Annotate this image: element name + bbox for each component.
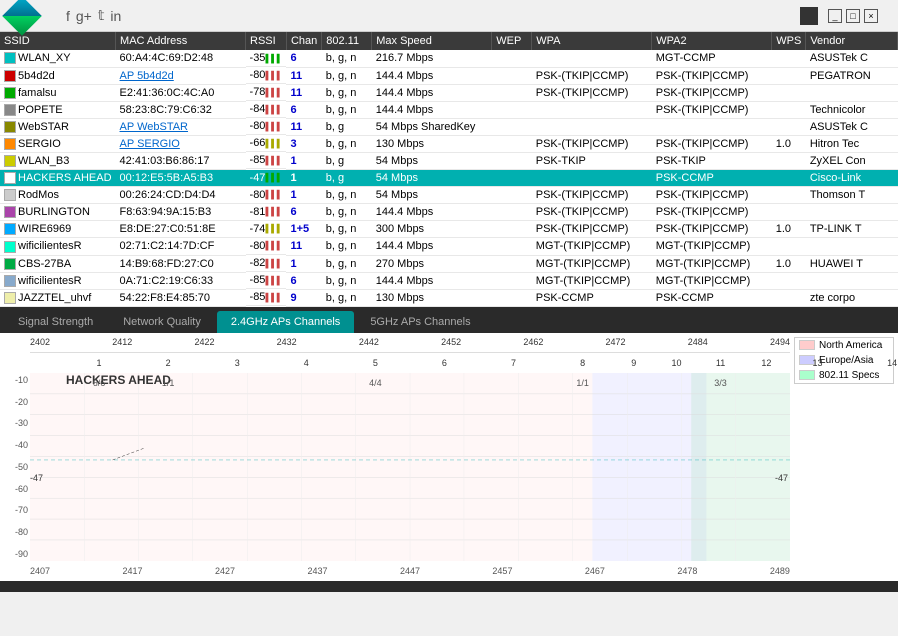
network-color-dot bbox=[4, 155, 16, 167]
col-ssid[interactable]: SSID bbox=[0, 32, 116, 50]
table-row: SERGIOAP SERGIO-66▌▌▌3b, g, n130 MbpsPSK… bbox=[0, 135, 898, 152]
channel-number-13: 13 bbox=[813, 358, 823, 368]
table-row: WebSTARAP WebSTAR-80▌▌▌11b, g54 Mbps Sha… bbox=[0, 118, 898, 135]
y-axis: -10 -20 -30 -40 -50 -60 -70 -80 -90 bbox=[0, 373, 30, 561]
table-row: JAZZTEL_uhvf54:22:F8:E4:85:70-85▌▌▌9b, g… bbox=[0, 289, 898, 306]
top-freq-labels: 2402 2412 2422 2432 2442 2452 2462 2472 … bbox=[30, 333, 790, 353]
network-color-dot bbox=[4, 138, 16, 150]
channel-number-5: 5 bbox=[373, 358, 378, 368]
channel-count-11: 3/3 bbox=[714, 378, 727, 388]
channel-count-5: 4/4 bbox=[369, 378, 382, 388]
channel-number-3: 3 bbox=[235, 358, 240, 368]
table-row: wificilientesR02:71:C2:14:7D:CF-80▌▌▌11b… bbox=[0, 238, 898, 255]
close-button[interactable]: × bbox=[864, 9, 878, 23]
table-row: CBS-27BA14:B9:68:FD:27:C0-82▌▌▌1b, g, n2… bbox=[0, 255, 898, 272]
rssi-left-label: -47 bbox=[30, 473, 43, 483]
table-row: BURLINGTONF8:63:94:9A:15:B3-81▌▌▌6b, g, … bbox=[0, 204, 898, 221]
tab-signal-strength[interactable]: Signal Strength bbox=[4, 311, 107, 333]
col-wep[interactable]: WEP bbox=[492, 32, 532, 50]
table-row: 5b4d2dAP 5b4d2d-80▌▌▌11b, g, n144.4 Mbps… bbox=[0, 67, 898, 84]
channel-counts-row: 6/6 1/1 4/4 1/1 3/3 bbox=[30, 373, 898, 393]
col-wps[interactable]: WPS bbox=[772, 32, 806, 50]
tab-bar: Signal Strength Network Quality 2.4GHz A… bbox=[0, 307, 898, 333]
channel-number-6: 6 bbox=[442, 358, 447, 368]
minimize-button[interactable]: _ bbox=[828, 9, 842, 23]
channel-chart-svg bbox=[30, 373, 790, 561]
network-color-dot bbox=[4, 172, 16, 184]
googleplus-icon[interactable]: g+ bbox=[76, 8, 92, 24]
maximize-button[interactable]: □ bbox=[846, 9, 860, 23]
channel-number-1: 1 bbox=[97, 358, 102, 368]
network-color-dot bbox=[4, 223, 16, 235]
channel-count-8: 1/1 bbox=[576, 378, 589, 388]
facebook-icon[interactable]: f bbox=[66, 8, 70, 24]
table-row: WLAN_XY60:A4:4C:69:D2:48-35▌▌▌6b, g, n21… bbox=[0, 50, 898, 67]
linkedin-icon[interactable]: in bbox=[110, 8, 121, 24]
table-row: WLAN_B342:41:03:B6:86:17-85▌▌▌1b, g54 Mb… bbox=[0, 152, 898, 169]
table-header: SSID MAC Address RSSI Chan 802.11 Max Sp… bbox=[0, 32, 898, 50]
tab-network-quality[interactable]: Network Quality bbox=[109, 311, 215, 333]
network-color-dot bbox=[4, 121, 16, 133]
network-color-dot bbox=[4, 87, 16, 99]
col-mac[interactable]: MAC Address bbox=[116, 32, 246, 50]
col-maxspeed[interactable]: Max Speed bbox=[372, 32, 492, 50]
channel-number-10: 10 bbox=[672, 358, 682, 368]
channel-number-7: 7 bbox=[511, 358, 516, 368]
network-table: SSID MAC Address RSSI Chan 802.11 Max Sp… bbox=[0, 32, 898, 307]
col-vendor[interactable]: Vendor bbox=[806, 32, 898, 50]
x-axis-bottom: 2407 2417 2427 2437 2447 2457 2467 2478 … bbox=[30, 561, 790, 581]
channel-number-2: 2 bbox=[166, 358, 171, 368]
rssi-right-label: -47 bbox=[775, 473, 788, 483]
channel-number-12: 12 bbox=[761, 358, 771, 368]
network-color-dot bbox=[4, 189, 16, 201]
network-color-dot bbox=[4, 258, 16, 270]
channel-number-11: 11 bbox=[716, 358, 725, 368]
tab-5ghz[interactable]: 5GHz APs Channels bbox=[356, 311, 484, 333]
network-color-dot bbox=[4, 104, 16, 116]
network-color-dot bbox=[4, 52, 16, 64]
bottom-panel: Signal Strength Network Quality 2.4GHz A… bbox=[0, 307, 898, 592]
tab-24ghz[interactable]: 2.4GHz APs Channels bbox=[217, 311, 354, 333]
title-bar: f g+ 𝕥 in _ □ × bbox=[0, 0, 898, 32]
network-color-dot bbox=[4, 241, 16, 253]
table-row: HACKERS AHEAD00:12:E5:5B:A5:B3-47▌▌▌1b, … bbox=[0, 170, 898, 187]
channel-number-8: 8 bbox=[580, 358, 585, 368]
network-color-dot bbox=[4, 206, 16, 218]
col-wpa2[interactable]: WPA2 bbox=[652, 32, 772, 50]
table-row: RodMos00:26:24:CD:D4:D4-80▌▌▌1b, g, n54 … bbox=[0, 187, 898, 204]
col-wpa[interactable]: WPA bbox=[532, 32, 652, 50]
channel-count-1: 6/6 bbox=[93, 378, 106, 388]
table-row: wificilientesR0A:71:C2:19:C6:33-85▌▌▌6b,… bbox=[0, 272, 898, 289]
channel-number-9: 9 bbox=[631, 358, 636, 368]
col-chan[interactable]: Chan bbox=[286, 32, 321, 50]
network-color-dot bbox=[4, 70, 16, 82]
table-row: famalsuE2:41:36:0C:4C:A0-78▌▌▌11b, g, n1… bbox=[0, 84, 898, 101]
table-row: POPETE58:23:8C:79:C6:32-84▌▌▌6b, g, n144… bbox=[0, 101, 898, 118]
record-button[interactable] bbox=[800, 7, 818, 25]
window-controls: _ □ × bbox=[800, 7, 890, 25]
table-row: WIRE6969E8:DE:27:C0:51:8E-74▌▌▌1+5b, g, … bbox=[0, 221, 898, 238]
channel-count-2: 1/1 bbox=[162, 378, 175, 388]
chart-area: North America Europe/Asia 802.11 Specs 2… bbox=[0, 333, 898, 581]
social-links: f g+ 𝕥 in bbox=[66, 7, 121, 24]
channel-numbers-row: 1234567891011121314 bbox=[30, 353, 898, 373]
col-protocol[interactable]: 802.11 bbox=[322, 32, 372, 50]
channel-number-14: 14 bbox=[887, 358, 897, 368]
col-rssi[interactable]: RSSI bbox=[246, 32, 287, 50]
twitter-icon[interactable]: 𝕥 bbox=[98, 7, 105, 24]
legend-north-america: North America bbox=[795, 338, 893, 353]
network-color-dot bbox=[4, 292, 16, 304]
app-logo bbox=[2, 0, 42, 35]
channel-number-4: 4 bbox=[304, 358, 309, 368]
network-color-dot bbox=[4, 275, 16, 287]
